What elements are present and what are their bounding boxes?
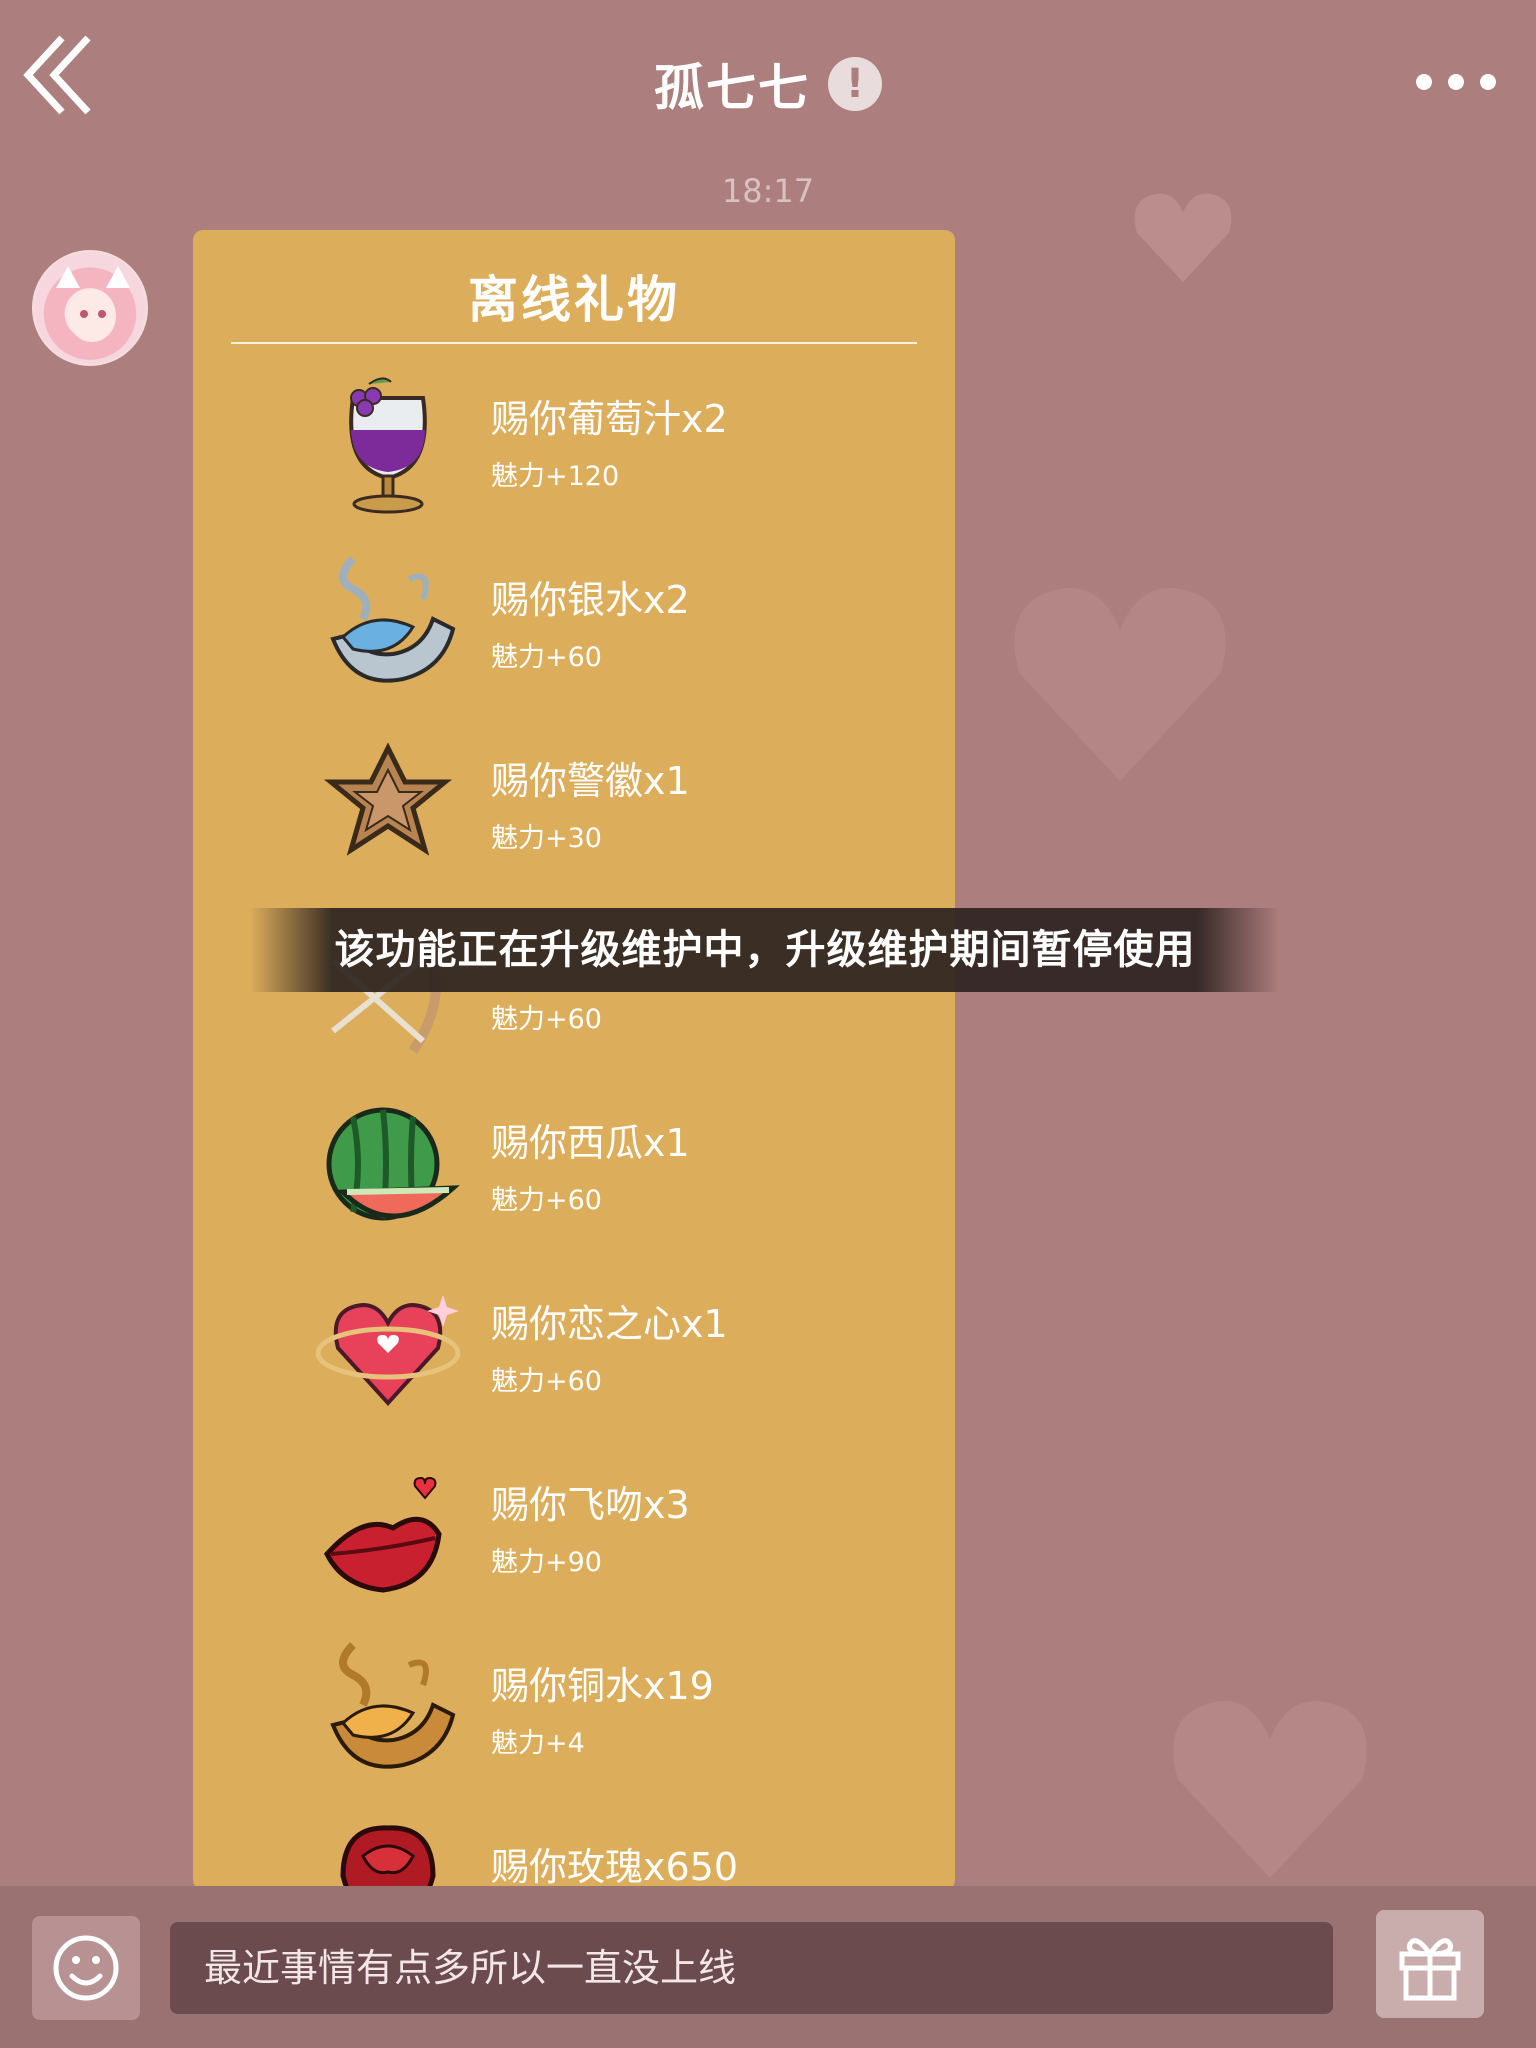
gift-charm: 魅力+60 [491, 1366, 602, 1397]
gift-item: 赐你铜水x19 魅力+4 [193, 1635, 955, 1810]
gift-item: 赐你西瓜x1 魅力+60 [193, 1092, 955, 1267]
gift-charm: 魅力+4 [491, 1728, 585, 1759]
avatar-ear [56, 266, 80, 288]
gift-name: 赐你银水x2 [491, 578, 690, 622]
gift-name: 赐你警徽x1 [491, 759, 690, 803]
exclamation-circle-icon[interactable]: ! [828, 57, 882, 111]
gift-item: 赐你警徽x1 魅力+30 [193, 730, 955, 905]
avatar-eye [98, 310, 106, 318]
silver-water-icon [330, 556, 456, 683]
gift-name: 赐你葡萄汁x2 [491, 397, 728, 441]
gift-item: 赐你玫瑰x650 [193, 1816, 955, 1890]
message-input[interactable]: 最近事情有点多所以一直没上线 [170, 1922, 1333, 2014]
gift-charm: 魅力+60 [491, 642, 602, 673]
bottom-input-bar: 最近事情有点多所以一直没上线 [0, 1886, 1536, 2048]
love-heart-gem-icon [315, 1295, 461, 1406]
card-title: 离线礼物 [468, 271, 680, 329]
gift-item: 赐你恋之心x1 魅力+60 [193, 1273, 955, 1448]
more-options-button[interactable] [1416, 70, 1496, 94]
police-badge-icon [323, 742, 453, 856]
watermelon-icon [326, 1107, 460, 1221]
gift-item: 赐你银水x2 魅力+60 [193, 549, 955, 724]
smiley-face-icon [53, 1935, 119, 2001]
ellipsis-icon-dot [1480, 74, 1496, 90]
gift-name: 赐你西瓜x1 [491, 1121, 690, 1165]
gift-charm: 魅力+30 [491, 823, 602, 854]
header: 孤七七! [0, 0, 1536, 170]
message-timestamp: 18:17 [721, 172, 815, 210]
heart-decoration [1173, 1701, 1367, 1878]
gift-charm: 魅力+120 [491, 461, 620, 492]
chat-title: 孤七七 [654, 59, 810, 117]
gift-charm: 魅力+60 [491, 1185, 602, 1216]
avatar-eye [80, 310, 88, 318]
maintenance-toast: 该功能正在升级维护中，升级维护期间暂停使用 [250, 908, 1280, 992]
gift-charm: 魅力+90 [491, 1547, 602, 1578]
offline-gift-card[interactable]: 离线礼物 赐你葡萄汁x2 魅力+120 赐你银水x2 魅力+60 赐你警徽x1 … [193, 230, 955, 1890]
avatar-ear [106, 266, 130, 288]
heart-decoration [1014, 588, 1226, 781]
gift-name: 赐你恋之心x1 [491, 1302, 728, 1346]
kiss-lips-icon [324, 1476, 442, 1593]
avatar-face [68, 290, 116, 342]
avatar[interactable] [32, 250, 148, 366]
gift-name: 赐你铜水x19 [491, 1664, 714, 1708]
gift-item: 赐你葡萄汁x2 魅力+120 [193, 368, 955, 543]
divider [231, 342, 917, 344]
gift-name: 赐你飞吻x3 [491, 1483, 690, 1527]
grape-juice-goblet-icon [349, 377, 427, 514]
title-row: 孤七七! [0, 48, 1536, 120]
ellipsis-icon-dot [1416, 74, 1432, 90]
gift-box-icon [1399, 1938, 1461, 2001]
gift-name: 赐你玫瑰x650 [491, 1845, 739, 1889]
gift-charm: 魅力+60 [491, 1004, 602, 1035]
emoji-button[interactable] [32, 1916, 140, 2020]
gift-item: 赐你飞吻x3 魅力+90 [193, 1454, 955, 1629]
copper-water-icon [330, 1642, 456, 1769]
ellipsis-icon-dot [1448, 74, 1464, 90]
rose-icon [340, 1825, 436, 1890]
gift-button[interactable] [1376, 1910, 1484, 2018]
